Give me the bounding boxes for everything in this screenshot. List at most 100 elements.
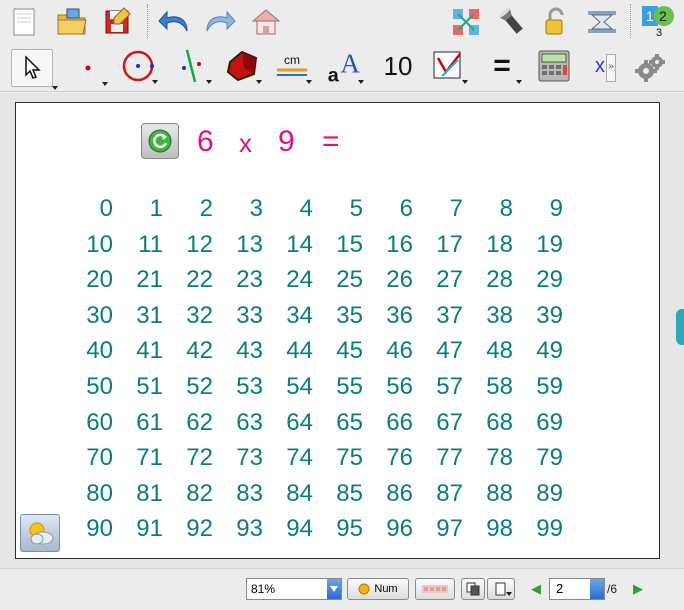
open-folder-icon[interactable] — [54, 4, 90, 40]
grid-number[interactable]: 91 — [113, 515, 163, 543]
grid-number[interactable]: 13 — [213, 231, 263, 259]
grid-number[interactable]: 23 — [213, 266, 263, 294]
grid-number[interactable]: 28 — [463, 266, 513, 294]
redo-icon[interactable] — [202, 4, 238, 40]
more-tools-button[interactable]: » — [606, 54, 616, 82]
point-tool[interactable] — [70, 50, 108, 86]
grid-number[interactable]: 26 — [363, 266, 413, 294]
grid-number[interactable]: 87 — [413, 480, 463, 508]
grid-number[interactable]: 44 — [263, 337, 313, 365]
grid-number[interactable]: 45 — [313, 337, 363, 365]
grid-number[interactable]: 69 — [513, 409, 563, 437]
shape-tool[interactable] — [224, 48, 262, 84]
grid-number[interactable]: 76 — [363, 444, 413, 472]
grid-number[interactable]: 17 — [413, 231, 463, 259]
grid-number[interactable]: 96 — [363, 515, 413, 543]
grid-number[interactable]: 8 — [463, 195, 513, 223]
grid-number[interactable]: 5 — [313, 195, 363, 223]
grid-number[interactable]: 41 — [113, 337, 163, 365]
grid-number[interactable]: 99 — [513, 515, 563, 543]
chevron-down-icon[interactable] — [52, 86, 58, 90]
new-document-icon[interactable] — [6, 4, 42, 40]
grid-number[interactable]: 57 — [413, 373, 463, 401]
weather-button[interactable] — [20, 514, 60, 552]
grid-number[interactable]: 49 — [513, 337, 563, 365]
hourglass-icon[interactable] — [584, 4, 620, 40]
grid-number[interactable]: 10 — [63, 231, 113, 259]
variable-tool[interactable]: x » — [584, 48, 616, 84]
grid-number[interactable]: 48 — [463, 337, 513, 365]
grid-number[interactable]: 20 — [63, 266, 113, 294]
page-stepper[interactable] — [590, 579, 604, 599]
grid-number[interactable]: 1 — [113, 195, 163, 223]
grid-number[interactable]: 42 — [163, 337, 213, 365]
grid-number[interactable]: 63 — [213, 409, 263, 437]
grid-number[interactable]: 59 — [513, 373, 563, 401]
circle-tool[interactable] — [120, 48, 158, 84]
grid-number[interactable]: 19 — [513, 231, 563, 259]
line-tool[interactable] — [174, 48, 212, 84]
grid-number[interactable]: 29 — [513, 266, 563, 294]
grid-number[interactable]: 52 — [163, 373, 213, 401]
grid-number[interactable]: 97 — [413, 515, 463, 543]
chevron-down-icon[interactable] — [206, 80, 212, 84]
grid-number[interactable]: 68 — [463, 409, 513, 437]
flashlight-icon[interactable] — [494, 4, 530, 40]
grid-number[interactable]: 88 — [463, 480, 513, 508]
chevron-down-icon[interactable] — [516, 80, 522, 84]
grid-number[interactable]: 30 — [63, 302, 113, 330]
grid-number[interactable]: 74 — [263, 444, 313, 472]
grid-number[interactable]: 21 — [113, 266, 163, 294]
measure-tool[interactable]: cm — [274, 48, 312, 84]
grid-number[interactable]: 71 — [113, 444, 163, 472]
grid-number[interactable]: 62 — [163, 409, 213, 437]
grid-number[interactable]: 11 — [113, 231, 163, 259]
grid-number[interactable]: 4 — [263, 195, 313, 223]
grid-number[interactable]: 31 — [113, 302, 163, 330]
grid-number[interactable]: 22 — [163, 266, 213, 294]
grid-number[interactable]: 83 — [213, 480, 263, 508]
grid-number[interactable]: 95 — [313, 515, 363, 543]
chevron-down-icon[interactable] — [327, 579, 341, 599]
grid-number[interactable]: 81 — [113, 480, 163, 508]
grid-number[interactable]: 82 — [163, 480, 213, 508]
page-menu-button[interactable] — [487, 578, 515, 600]
grid-number[interactable]: 56 — [363, 373, 413, 401]
grid-number[interactable]: 79 — [513, 444, 563, 472]
chevron-down-icon[interactable] — [306, 80, 312, 84]
zoom-select[interactable]: 81% — [246, 578, 342, 600]
grid-number[interactable]: 98 — [463, 515, 513, 543]
grid-number[interactable]: 55 — [313, 373, 363, 401]
undo-icon[interactable] — [156, 4, 192, 40]
grid-number[interactable]: 75 — [313, 444, 363, 472]
grid-number[interactable]: 34 — [263, 302, 313, 330]
reset-button[interactable] — [141, 123, 179, 159]
grid-number[interactable]: 37 — [413, 302, 463, 330]
grid-number[interactable]: 43 — [213, 337, 263, 365]
grid-number[interactable]: 3 — [213, 195, 263, 223]
grid-number[interactable]: 70 — [63, 444, 113, 472]
grid-number[interactable]: 40 — [63, 337, 113, 365]
copy-page-button[interactable] — [461, 578, 485, 600]
grid-number[interactable]: 51 — [113, 373, 163, 401]
num-button[interactable]: Num — [347, 578, 409, 600]
grid-number[interactable]: 33 — [213, 302, 263, 330]
chevron-down-icon[interactable] — [358, 80, 364, 84]
calculator-icon[interactable] — [536, 48, 572, 84]
grid-number[interactable]: 35 — [313, 302, 363, 330]
chevron-down-icon[interactable] — [152, 80, 158, 84]
grid-number[interactable]: 46 — [363, 337, 413, 365]
color-palette-button[interactable] — [415, 578, 455, 600]
grid-number[interactable]: 73 — [213, 444, 263, 472]
grid-number[interactable]: 85 — [313, 480, 363, 508]
padlock-icon[interactable] — [538, 4, 574, 40]
grid-number[interactable]: 67 — [413, 409, 463, 437]
grid-number[interactable]: 84 — [263, 480, 313, 508]
whiteboard-page[interactable]: 6 x 9 = 0 1 2 3 4 5 6 7 8 9 10 11 12 13 14 15 16 17 18 19 20… — [15, 102, 660, 559]
grid-number[interactable]: 38 — [463, 302, 513, 330]
grid-number[interactable]: 60 — [63, 409, 113, 437]
page-number-field[interactable]: 2 — [549, 578, 605, 600]
grid-number[interactable]: 14 — [263, 231, 313, 259]
grid-number[interactable]: 9 — [513, 195, 563, 223]
equals-tool[interactable]: = — [484, 48, 522, 84]
